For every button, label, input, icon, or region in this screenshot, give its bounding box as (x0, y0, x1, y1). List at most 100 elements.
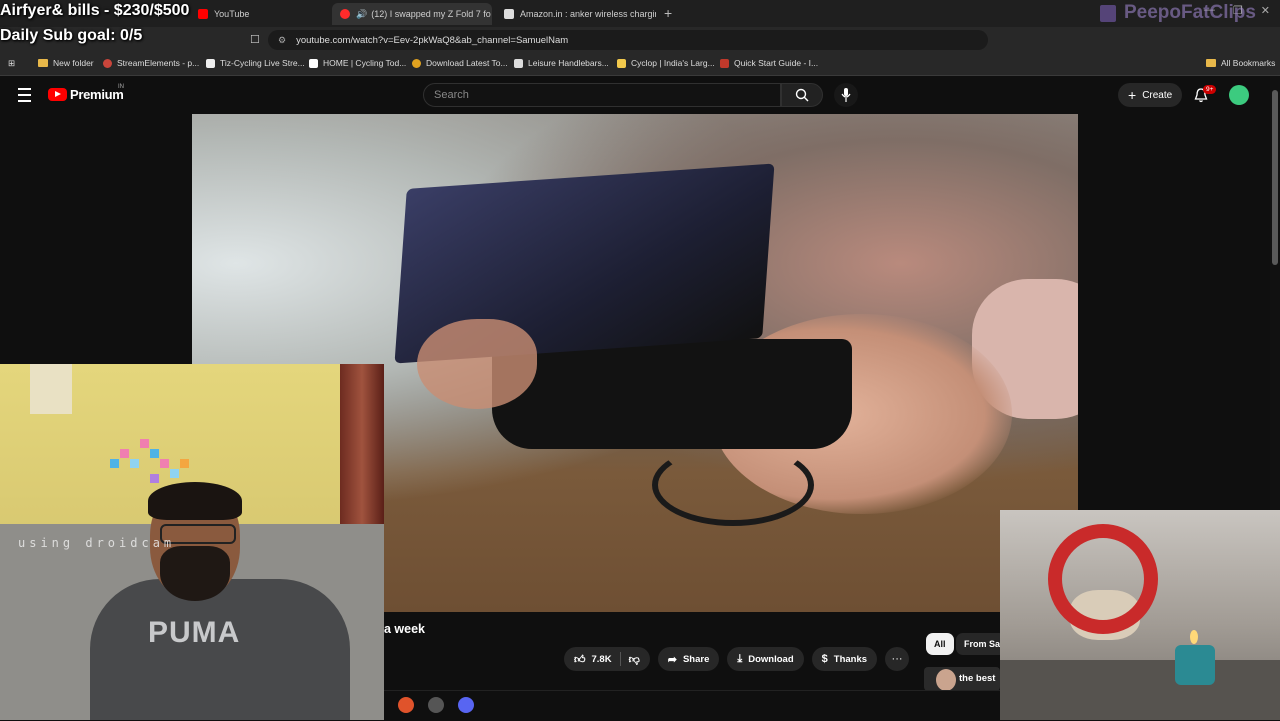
close-tab-icon[interactable]: ✕ (491, 8, 492, 21)
chip-from-channel[interactable]: From Sa (956, 633, 1006, 655)
thumbs-down-icon[interactable]: 👎︎ (629, 653, 640, 666)
clips-watermark: PeepoFatClips (1100, 2, 1256, 24)
apps-grid-icon[interactable]: ⊞ (8, 58, 15, 69)
secondary-camera (1000, 510, 1280, 720)
bookmarks-bar: ⊞ New folder StreamElements - p... Tiz-C… (0, 53, 1280, 76)
close-window-icon[interactable]: ✕ (1261, 4, 1270, 17)
url-field[interactable]: ⚙ youtube.com/watch?v=Eev-2pkWaQ8&ab_cha… (268, 30, 988, 50)
tab-youtube[interactable]: YouTube (190, 3, 310, 25)
bookmark-item[interactable]: Download Latest To... (412, 58, 508, 68)
scrollbar-thumb[interactable] (1272, 90, 1278, 265)
sub-goal-overlay: Daily Sub goal: 0/5 (0, 27, 143, 44)
obs-icon[interactable] (428, 697, 444, 713)
address-bar-row: ⚙ youtube.com/watch?v=Eev-2pkWaQ8&ab_cha… (0, 27, 1280, 71)
amazon-favicon-icon (504, 9, 514, 19)
like-count[interactable]: 7.8K (592, 654, 612, 665)
notification-count-badge: 9+ (1203, 85, 1217, 94)
recommended-thumbnail (936, 669, 956, 691)
teal-candle (1175, 645, 1215, 685)
postit-note (180, 459, 189, 468)
recommended-title: the best (959, 673, 996, 684)
account-avatar[interactable] (1229, 85, 1249, 105)
recommended-video[interactable]: the best (924, 667, 1000, 691)
postit-note (160, 459, 169, 468)
streamer-beard (160, 546, 230, 601)
chip-all[interactable]: All (926, 633, 954, 655)
speaker-icon: 🔊 (356, 8, 368, 19)
tab-label: (12) I swapped my Z Fold 7 fo (371, 9, 491, 19)
like-dislike-group: 👍︎ 7.8K 👎︎ (564, 647, 650, 671)
download-icon: ⤓ (737, 652, 743, 665)
folder-icon (1206, 59, 1216, 67)
bookmark-item[interactable]: Quick Start Guide - I... (720, 58, 818, 68)
site-info-icon[interactable]: ⚙ (278, 35, 286, 46)
donation-goal-overlay: Airfyer& bills - $230/$500 (0, 2, 190, 19)
search-icon (795, 88, 809, 102)
region-code: IN (118, 84, 124, 90)
youtube-favicon-icon (340, 9, 350, 19)
search-input[interactable] (424, 84, 774, 106)
share-button[interactable]: ➦ Share (657, 647, 720, 671)
download-button[interactable]: ⤓ Download (727, 647, 804, 671)
twitch-icon (1100, 4, 1116, 22)
microphone-icon (841, 88, 851, 102)
bookmark-star-icon[interactable]: ☐ (250, 33, 260, 46)
postit-note (110, 459, 119, 468)
taskbar (384, 690, 1000, 721)
video-title: a week (384, 622, 426, 636)
thumbs-up-icon[interactable]: 👍︎ (574, 653, 586, 666)
bookmark-item[interactable]: StreamElements - p... (103, 58, 199, 68)
create-button[interactable]: + Create (1118, 83, 1183, 107)
bookmark-item[interactable]: HOME | Cycling Tod... (309, 58, 406, 68)
all-bookmarks[interactable]: All Bookmarks (1206, 58, 1275, 68)
new-tab-icon[interactable]: + (664, 5, 672, 21)
postit-note (150, 474, 159, 483)
youtube-logo-icon[interactable] (48, 88, 67, 101)
youtube-header: Premium IN + Create (0, 76, 1270, 114)
browser-tab-bar: YouTube 🔊 (12) I swapped my Z Fold 7 fo … (0, 0, 1280, 27)
brave-browser-icon[interactable] (398, 697, 414, 713)
video-frame-phone-base (492, 339, 852, 449)
wall-switchboard (30, 364, 72, 414)
folder-icon (38, 59, 48, 67)
share-arrow-icon: ➦ (667, 653, 677, 666)
divider (619, 652, 621, 666)
bookmark-favicon-icon (514, 58, 523, 68)
bookmark-favicon-icon (309, 58, 318, 68)
postit-note (150, 449, 159, 458)
video-actions: 👍︎ 7.8K 👎︎ ➦ Share ⤓ Download $ Thanks ·… (564, 647, 910, 671)
bookmark-item[interactable]: New folder (38, 58, 94, 68)
youtube-premium-logo[interactable]: Premium (70, 87, 124, 102)
bookmark-favicon-icon (206, 58, 215, 68)
hamburger-menu-icon[interactable] (18, 88, 31, 102)
discord-icon[interactable] (458, 697, 474, 713)
bookmark-item[interactable]: Leisure Handlebars... (514, 58, 609, 68)
tab-amazon[interactable]: Amazon.in : anker wireless charging (496, 3, 656, 25)
tab-label: YouTube (214, 9, 250, 19)
url-text: youtube.com/watch?v=Eev-2pkWaQ8&ab_chann… (296, 34, 569, 46)
bookmark-favicon-icon (617, 58, 626, 68)
wooden-door (340, 364, 384, 524)
table (1000, 660, 1280, 720)
streamer-hair (148, 482, 242, 520)
more-actions-icon[interactable]: ··· (885, 647, 910, 671)
bookmark-item[interactable]: Tiz-Cycling Live Stre... (206, 58, 305, 68)
youtube-favicon-icon (198, 9, 208, 19)
postit-note (120, 449, 129, 458)
candle-flame (1190, 630, 1198, 644)
droidcam-watermark: using droidcam (18, 536, 176, 550)
tab-active-video[interactable]: 🔊 (12) I swapped my Z Fold 7 fo ✕ (332, 3, 492, 25)
bookmark-item[interactable]: Cyclop | India's Larg... (617, 58, 715, 68)
thanks-button[interactable]: $ Thanks (811, 647, 878, 671)
voice-search-button[interactable] (834, 83, 858, 107)
video-frame-ring-stand (652, 444, 814, 526)
thanks-dollar-icon: $ (821, 653, 828, 665)
postit-note (170, 469, 179, 478)
bookmark-favicon-icon (720, 58, 729, 68)
postit-note (140, 439, 149, 448)
search-button[interactable] (781, 83, 823, 107)
red-ribbon-wreath (1048, 524, 1158, 634)
search-box (423, 83, 781, 107)
postit-note (130, 459, 139, 468)
streamelements-icon (103, 58, 112, 68)
